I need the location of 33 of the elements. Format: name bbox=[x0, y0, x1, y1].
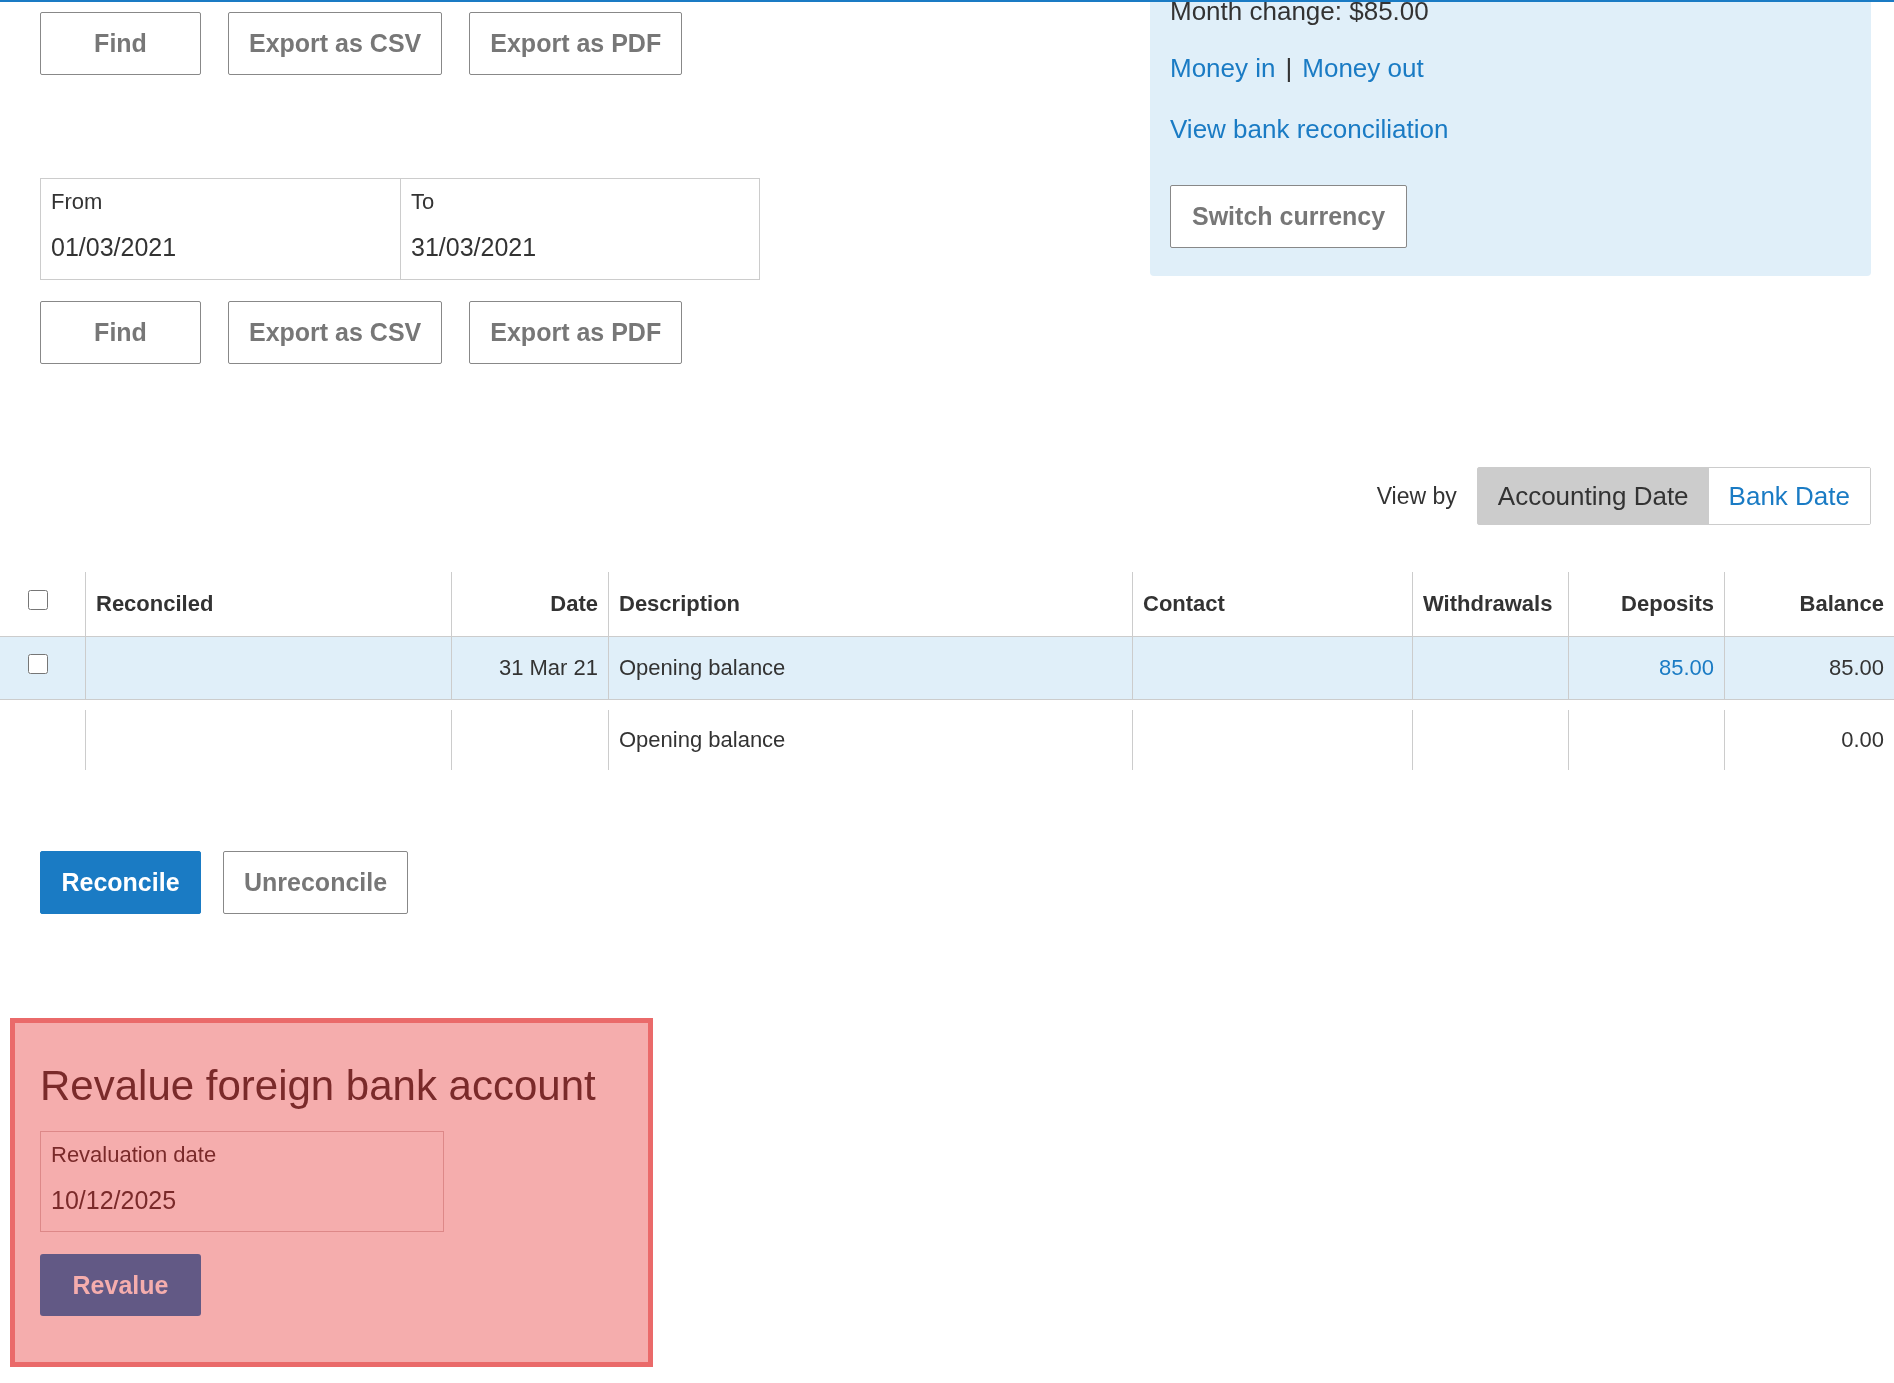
column-header: Description bbox=[619, 591, 741, 617]
select-all-checkbox[interactable] bbox=[27, 590, 48, 610]
unreconcile-button[interactable]: Unreconcile bbox=[223, 851, 409, 914]
table-cell: Opening balance bbox=[619, 655, 786, 681]
panel-title: Revalue foreign bank account bbox=[40, 1061, 597, 1111]
toolbar-button[interactable]: Find bbox=[40, 12, 201, 75]
column-header: Withdrawals bbox=[1423, 591, 1553, 617]
table-cell: 85.00 bbox=[1828, 655, 1884, 681]
bank-reconciliation-link[interactable]: View bank reconciliation bbox=[1170, 114, 1449, 145]
money-out-link[interactable]: Money out bbox=[1302, 53, 1424, 84]
table-cell: 31 Mar 21 bbox=[498, 655, 598, 681]
revaluation-date-field[interactable]: Revaluation date 10/12/2025 bbox=[40, 1131, 444, 1232]
column-header: Deposits bbox=[1621, 591, 1714, 617]
link-separator: | bbox=[1285, 53, 1293, 84]
row-checkbox[interactable] bbox=[27, 654, 48, 674]
revalue-button[interactable]: Revalue bbox=[40, 1254, 201, 1316]
column-header: Reconciled bbox=[96, 591, 214, 617]
column-header: Balance bbox=[1799, 591, 1884, 617]
toolbar-button[interactable]: Find bbox=[40, 301, 201, 364]
money-in-link[interactable]: Money in bbox=[1170, 53, 1276, 84]
toolbar-button[interactable]: Export as PDF bbox=[469, 301, 683, 364]
column-header: Date bbox=[550, 591, 598, 617]
toolbar-button[interactable]: Export as PDF bbox=[469, 12, 683, 75]
switch-currency-button[interactable]: Switch currency bbox=[1170, 185, 1408, 248]
reconcile-button[interactable]: Reconcile bbox=[40, 851, 201, 914]
column-header: Contact bbox=[1143, 591, 1225, 617]
table-cell: 0.00 bbox=[1841, 727, 1884, 753]
toolbar-button[interactable]: Export as CSV bbox=[228, 301, 443, 364]
view-by-label: View by bbox=[1376, 482, 1457, 510]
view-by-option[interactable]: Accounting Date bbox=[1477, 468, 1709, 524]
toolbar-button[interactable]: Export as CSV bbox=[228, 12, 443, 75]
table-cell: Opening balance bbox=[619, 727, 786, 753]
deposit-amount-link[interactable]: 85.00 bbox=[1658, 655, 1714, 681]
